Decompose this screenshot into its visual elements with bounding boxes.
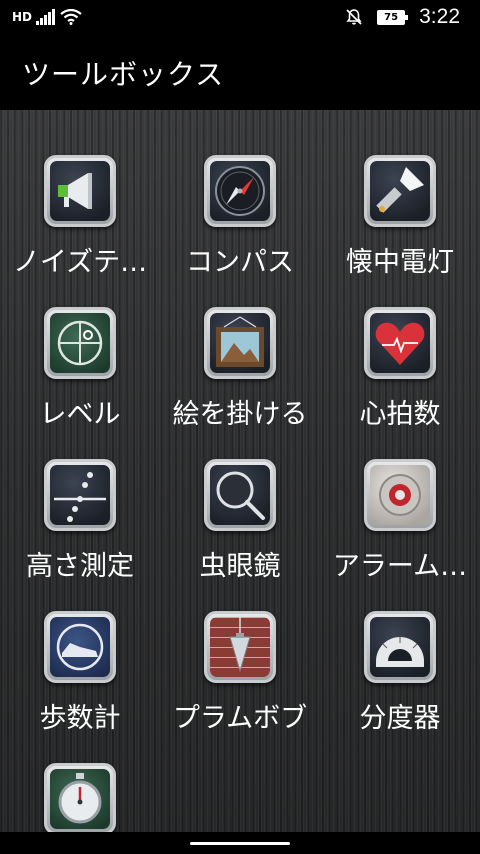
tool-height-measure[interactable]: 高さ測定 [0,414,160,582]
magnifier-icon [216,471,265,520]
icon-frame [44,459,116,531]
tool-alarm[interactable]: アラーム… [320,414,480,582]
icon-face [370,465,430,525]
status-bar: HD 75 3:22 [0,0,480,36]
icon-face [370,313,430,373]
icon-frame [364,307,436,379]
tool-level[interactable]: レベル [0,262,160,430]
icon-face [370,617,430,677]
icon-frame [44,155,116,227]
signal-icon [36,9,56,25]
tool-protractor[interactable]: 分度器 [320,566,480,734]
page-title: ツールボックス [22,58,225,91]
tool-noise-meter[interactable]: ノイズテ… [0,110,160,278]
network-type-label: HD [12,10,33,24]
flashlight-icon [376,167,424,213]
icon-face [370,161,430,221]
clock: 3:22 [419,5,460,28]
tool-label: プラムボブ [172,703,308,734]
tool-compass[interactable]: コンパス [160,110,320,278]
battery-icon: 75 [377,9,409,25]
plumb-bob-icon [229,617,251,673]
stopwatch-icon [58,773,102,824]
protractor-icon [376,637,424,667]
tool-pedometer[interactable]: 歩数計 [0,566,160,734]
icon-frame [44,763,116,832]
tool-hang-picture[interactable]: 絵を掛ける [160,262,320,430]
height-measure-icon [54,472,106,522]
navigation-bar [0,832,480,854]
icon-frame [204,155,276,227]
tool-flashlight[interactable]: 懐中電灯 [320,110,480,278]
tool-grid: ノイズテ… コンパス 懐中電灯 レベル 絵を掛ける 心拍数 高さ測定 虫眼鏡 ア… [0,110,480,832]
tool-magnifier[interactable]: 虫眼鏡 [160,414,320,582]
megaphone-icon [58,173,92,209]
icon-face [210,465,270,525]
battery-level: 75 [379,11,404,23]
notifications-off-icon [346,9,362,25]
icon-face [210,161,270,221]
icon-frame [44,611,116,683]
tool-heart-rate[interactable]: 心拍数 [320,262,480,430]
tool-plumb-bob[interactable]: プラムボブ [160,566,320,734]
icon-frame [204,307,276,379]
icon-frame [204,459,276,531]
tool-stopwatch[interactable] [0,718,160,832]
pedometer-icon [56,623,104,671]
alarm-icon [379,474,421,516]
icon-face [50,465,110,525]
icon-face [210,617,270,677]
home-gesture-handle[interactable] [190,842,290,845]
icon-frame [364,155,436,227]
tool-label: 分度器 [359,703,441,734]
icon-face [50,161,110,221]
icon-frame [44,307,116,379]
status-right: 75 3:22 [345,5,460,28]
icon-face [210,313,270,373]
icon-frame [204,611,276,683]
status-left: HD [12,7,82,27]
picture-frame-icon [216,316,264,367]
level-icon [57,320,103,366]
tool-grid-area: ノイズテ… コンパス 懐中電灯 レベル 絵を掛ける 心拍数 高さ測定 虫眼鏡 ア… [0,110,480,832]
wifi-icon [60,9,82,25]
icon-frame [364,459,436,531]
compass-icon [215,166,265,216]
icon-face [50,769,110,829]
icon-face [50,313,110,373]
icon-face [50,617,110,677]
heart-rate-icon [375,322,425,365]
icon-frame [364,611,436,683]
app-bar: ツールボックス [0,36,480,110]
